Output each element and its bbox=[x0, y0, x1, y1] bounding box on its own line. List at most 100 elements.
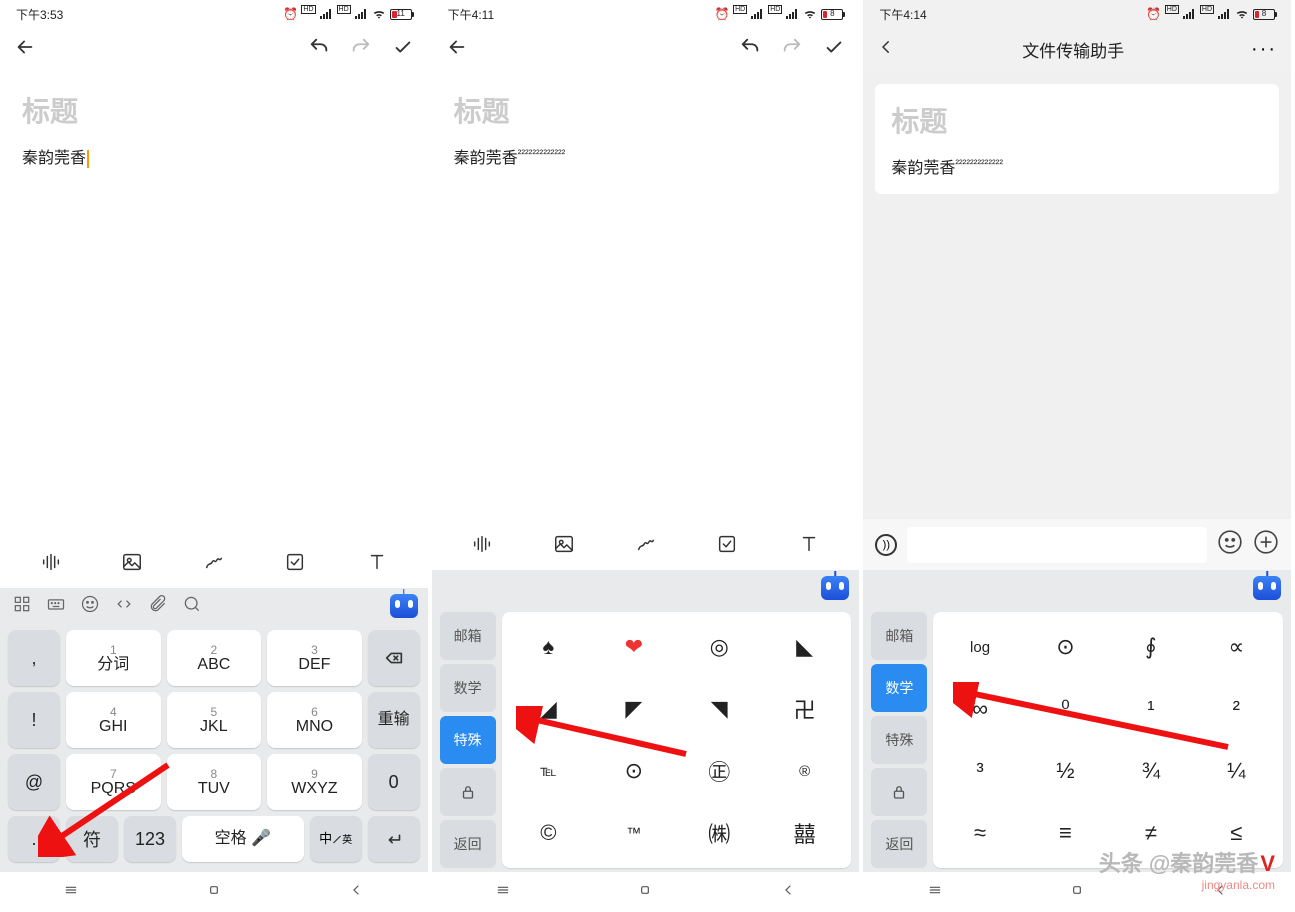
sym-tm[interactable]: ™ bbox=[591, 802, 676, 864]
cat-math[interactable]: 数学 bbox=[871, 664, 927, 712]
home-button[interactable] bbox=[1069, 882, 1085, 903]
editor-area[interactable]: 标题 秦韵莞香²²²²²²²²²²²²² bbox=[432, 72, 860, 522]
confirm-button[interactable] bbox=[823, 36, 845, 63]
key-0[interactable]: 0 bbox=[368, 754, 420, 810]
undo-button[interactable] bbox=[308, 36, 330, 63]
sym-integral[interactable]: ∮ bbox=[1108, 616, 1193, 678]
emoji-button[interactable] bbox=[1217, 529, 1243, 560]
handwrite-icon[interactable] bbox=[203, 551, 225, 578]
sym-correct[interactable]: ㊣ bbox=[677, 740, 762, 802]
key-1[interactable]: 1分词 bbox=[66, 630, 161, 686]
sym-xi[interactable]: 囍 bbox=[762, 802, 847, 864]
sym-copyright[interactable]: © bbox=[506, 802, 591, 864]
recents-button[interactable] bbox=[495, 882, 511, 903]
confirm-button[interactable] bbox=[392, 36, 414, 63]
add-button[interactable] bbox=[1253, 529, 1279, 560]
sym-sup3[interactable]: ³ bbox=[937, 740, 1022, 802]
voice-icon[interactable] bbox=[40, 551, 62, 578]
sym-approx[interactable]: ≈ bbox=[937, 802, 1022, 864]
sym-triangle-br[interactable]: ◢ bbox=[506, 678, 591, 740]
cat-math[interactable]: 数学 bbox=[440, 664, 496, 712]
image-icon[interactable] bbox=[121, 551, 143, 578]
sym-triangle-tl[interactable]: ◤ bbox=[591, 678, 676, 740]
editor-content[interactable]: 秦韵莞香 bbox=[22, 144, 406, 168]
ai-assistant-icon[interactable] bbox=[1253, 576, 1281, 600]
checkbox-icon[interactable] bbox=[284, 551, 306, 578]
recents-button[interactable] bbox=[63, 882, 79, 903]
sym-spade[interactable]: ♠ bbox=[506, 616, 591, 678]
key-2[interactable]: 2ABC bbox=[167, 630, 262, 686]
cat-lock[interactable] bbox=[871, 768, 927, 816]
editor-content[interactable]: 秦韵莞香²²²²²²²²²²²²² bbox=[454, 144, 838, 168]
image-icon[interactable] bbox=[553, 533, 575, 560]
key-comma[interactable]: , bbox=[8, 630, 60, 686]
sym-registered[interactable]: ® bbox=[762, 740, 847, 802]
key-8[interactable]: 8TUV bbox=[167, 754, 262, 810]
text-icon[interactable] bbox=[366, 551, 388, 578]
handwrite-icon[interactable] bbox=[635, 533, 657, 560]
key-language[interactable]: 中英 bbox=[310, 816, 362, 862]
chat-area[interactable]: 标题 秦韵莞香²²²²²²²²²²²²² bbox=[863, 72, 1291, 518]
home-button[interactable] bbox=[637, 882, 653, 903]
key-7[interactable]: 7PQRS bbox=[66, 754, 161, 810]
sym-log[interactable]: log bbox=[937, 616, 1022, 678]
sym-swastika[interactable]: 卍 bbox=[762, 678, 847, 740]
key-4[interactable]: 4GHI bbox=[66, 692, 161, 748]
back-button[interactable] bbox=[348, 882, 364, 903]
voice-button[interactable]: )) bbox=[875, 534, 897, 556]
search-icon[interactable] bbox=[182, 594, 202, 619]
key-enter[interactable] bbox=[368, 816, 420, 862]
code-icon[interactable] bbox=[114, 594, 134, 619]
sym-heart[interactable]: ❤ bbox=[591, 616, 676, 678]
voice-icon[interactable] bbox=[471, 533, 493, 560]
key-9[interactable]: 9WXYZ bbox=[267, 754, 362, 810]
sym-sup0[interactable]: ⁰ bbox=[1023, 678, 1108, 740]
sym-quarter[interactable]: ¼ bbox=[1194, 740, 1279, 802]
key-backspace[interactable] bbox=[368, 630, 420, 686]
key-dot[interactable]: . bbox=[8, 816, 60, 862]
more-button[interactable]: ··· bbox=[1251, 38, 1277, 61]
grid-icon[interactable] bbox=[12, 594, 32, 619]
sym-dot-circle[interactable]: ⊙ bbox=[591, 740, 676, 802]
key-at[interactable]: @ bbox=[8, 754, 60, 810]
sym-triangle-bl[interactable]: ◣ bbox=[762, 616, 847, 678]
sym-identical[interactable]: ≡ bbox=[1023, 802, 1108, 864]
emoji-icon[interactable] bbox=[80, 594, 100, 619]
key-symbols[interactable]: 符 bbox=[66, 816, 118, 862]
cat-back[interactable]: 返回 bbox=[440, 820, 496, 868]
sym-sup1[interactable]: ¹ bbox=[1108, 678, 1193, 740]
title-placeholder[interactable]: 标题 bbox=[454, 90, 838, 130]
sym-infinity[interactable]: ∞ bbox=[937, 678, 1022, 740]
key-retype[interactable]: 重输 bbox=[368, 692, 420, 748]
back-button[interactable] bbox=[780, 882, 796, 903]
cat-email[interactable]: 邮箱 bbox=[871, 612, 927, 660]
back-button[interactable] bbox=[14, 36, 36, 63]
cat-special[interactable]: 特殊 bbox=[871, 716, 927, 764]
redo-button[interactable] bbox=[350, 36, 372, 63]
title-placeholder[interactable]: 标题 bbox=[22, 90, 406, 130]
cat-email[interactable]: 邮箱 bbox=[440, 612, 496, 660]
cat-special[interactable]: 特殊 bbox=[440, 716, 496, 764]
editor-area[interactable]: 标题 秦韵莞香 bbox=[0, 72, 428, 540]
back-button[interactable] bbox=[877, 38, 895, 61]
undo-button[interactable] bbox=[739, 36, 761, 63]
sym-propto[interactable]: ∝ bbox=[1194, 616, 1279, 678]
sym-sup2[interactable]: ² bbox=[1194, 678, 1279, 740]
cat-back[interactable]: 返回 bbox=[871, 820, 927, 868]
message-input[interactable] bbox=[907, 527, 1207, 563]
checkbox-icon[interactable] bbox=[716, 533, 738, 560]
key-5[interactable]: 5JKL bbox=[167, 692, 262, 748]
attach-icon[interactable] bbox=[148, 594, 168, 619]
sym-circ-dot[interactable]: ⊙ bbox=[1023, 616, 1108, 678]
key-6[interactable]: 6MNO bbox=[267, 692, 362, 748]
recents-button[interactable] bbox=[927, 882, 943, 903]
sym-3quarter[interactable]: ¾ bbox=[1108, 740, 1193, 802]
sym-triangle-tr[interactable]: ◥ bbox=[677, 678, 762, 740]
sym-double-circle[interactable]: ◎ bbox=[677, 616, 762, 678]
sym-tel[interactable]: ℡ bbox=[506, 740, 591, 802]
sym-kabu[interactable]: ㈱ bbox=[677, 802, 762, 864]
home-button[interactable] bbox=[206, 882, 222, 903]
ai-assistant-icon[interactable] bbox=[821, 576, 849, 600]
redo-button[interactable] bbox=[781, 36, 803, 63]
key-numbers[interactable]: 123 bbox=[124, 816, 176, 862]
